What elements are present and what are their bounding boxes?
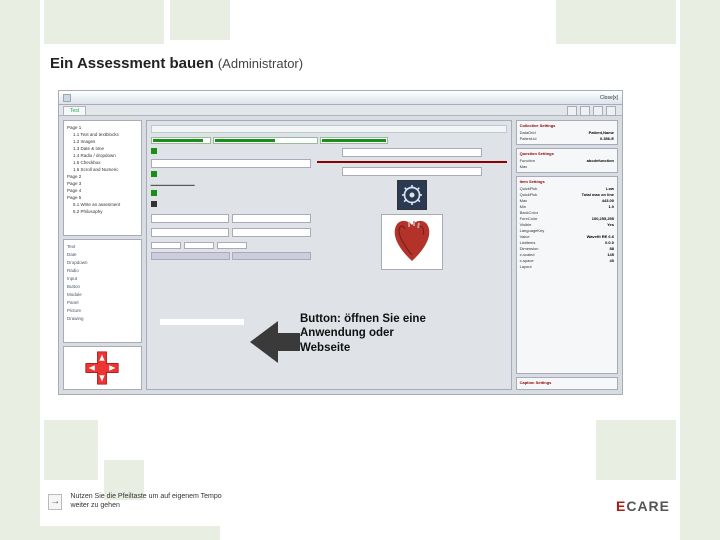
app-icon: [63, 94, 71, 102]
heart-anatomy-icon: [387, 219, 437, 265]
title-sub: (Administrator): [218, 56, 303, 71]
control-palette[interactable]: Text Date Dropdown Radio Input Button Mo…: [63, 239, 142, 343]
color-swatch-green: [151, 148, 157, 154]
color-swatch-black: [151, 201, 157, 207]
properties-panel: Collective Settings DataGridPatient,Name…: [516, 120, 618, 390]
keyboard-hint: → Nutzen Sie die Pfeiltaste um auf eigen…: [48, 493, 228, 510]
progress-bar: [213, 137, 318, 144]
nav-cross[interactable]: [63, 346, 142, 390]
section-question[interactable]: Question Settings: [520, 151, 614, 157]
window-titlebar: Close[x]: [59, 91, 622, 105]
progress-bar: [320, 137, 388, 144]
field-input[interactable]: [342, 148, 482, 157]
separator-line: [317, 161, 507, 163]
editor-toolbar: [567, 106, 616, 116]
page-title: Ein Assessment bauen (Administrator): [50, 55, 670, 72]
toolbar-btn-3[interactable]: [593, 106, 603, 116]
toolbar-btn-2[interactable]: [580, 106, 590, 116]
app-launch-button[interactable]: [397, 180, 427, 210]
plus-cross-icon: [84, 350, 120, 386]
section-caption[interactable]: Caption Settings: [520, 380, 614, 386]
tab-strip: Test: [59, 105, 622, 116]
annotation-label: Button: öffnen Sie eine Anwendung oder W…: [300, 312, 430, 355]
gear-icon: [402, 185, 422, 205]
toolbar-btn-1[interactable]: [567, 106, 577, 116]
section-collective[interactable]: Collective Settings: [520, 123, 614, 129]
prop-row[interactable]: Layout: [520, 264, 614, 270]
arrow-key-icon: →: [48, 494, 62, 510]
progress-bar: [151, 137, 211, 144]
page-tree[interactable]: Page 1 1.1 Text and textblocks 1.2 Image…: [63, 120, 142, 236]
close-label[interactable]: Close[x]: [600, 95, 618, 101]
toolbar-btn-4[interactable]: [606, 106, 616, 116]
section-item[interactable]: Item Settings: [520, 179, 614, 185]
heart-image: [381, 214, 443, 270]
ecare-logo: ECARE: [616, 498, 670, 514]
annotation-arrow: [248, 315, 300, 374]
title-main: Ein Assessment bauen: [50, 55, 214, 72]
hint-text: Nutzen Sie die Pfeiltaste um auf eigenem…: [70, 493, 228, 510]
tab-test[interactable]: Test: [63, 106, 86, 115]
annotation-highlight: [160, 319, 244, 325]
arrow-left-icon: [248, 315, 300, 369]
